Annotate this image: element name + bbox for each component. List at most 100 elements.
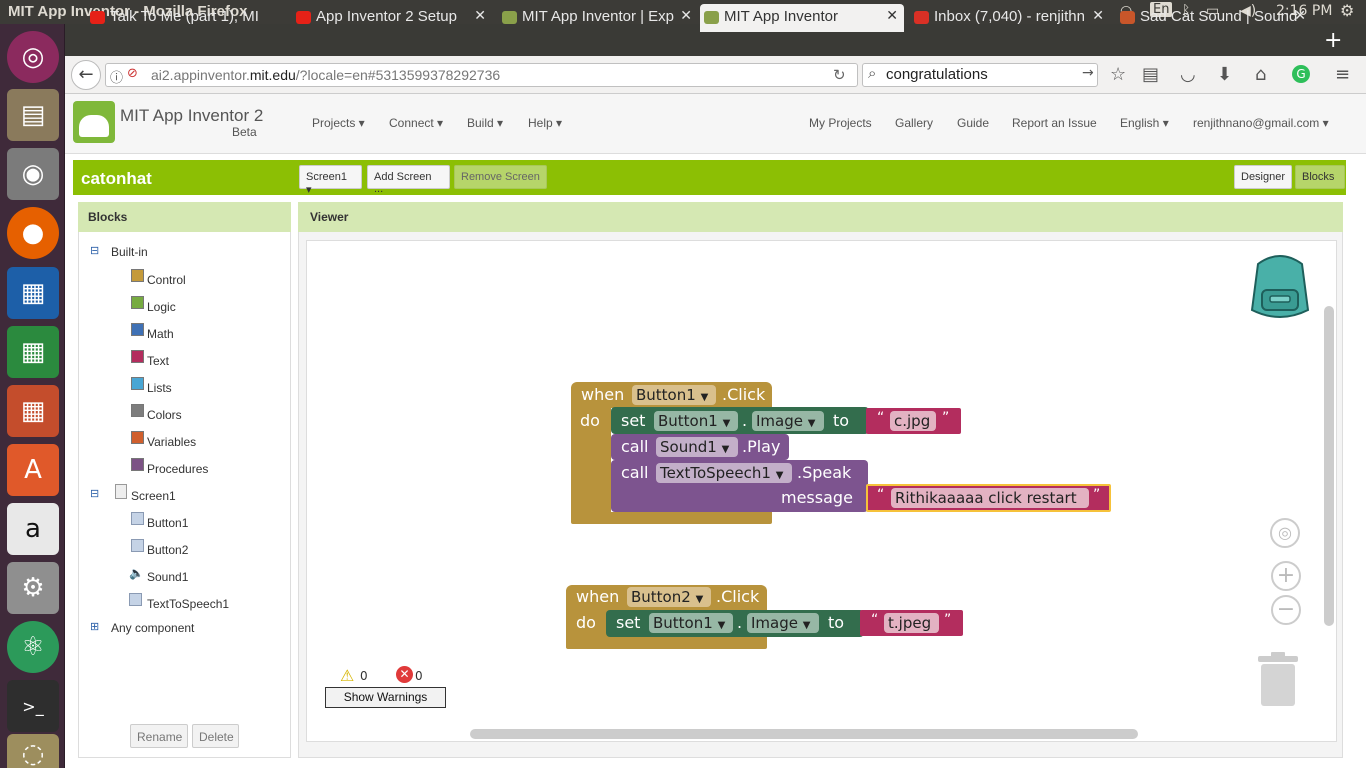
- set-image-block[interactable]: [606, 610, 864, 637]
- tree-lists[interactable]: Lists: [147, 381, 172, 395]
- account-menu[interactable]: renjithnano@gmail.com ▾: [1193, 116, 1329, 130]
- text-value[interactable]: Rithikaaaaa click restart: [891, 488, 1089, 508]
- amazon-icon[interactable]: a: [7, 503, 59, 555]
- new-tab-plus-icon[interactable]: +: [1324, 28, 1342, 53]
- tree-texttospeech1[interactable]: TextToSpeech1: [147, 597, 229, 611]
- search-input[interactable]: congratulations: [862, 63, 1098, 87]
- tree-sound1[interactable]: Sound1: [147, 570, 188, 584]
- component-dropdown[interactable]: Button2 ▼: [627, 587, 711, 607]
- tree-screen1[interactable]: Screen1: [131, 489, 176, 503]
- blocks-button[interactable]: Blocks: [1295, 165, 1345, 189]
- menu-help[interactable]: Help ▾: [528, 116, 562, 130]
- show-warnings-button[interactable]: Show Warnings: [325, 687, 446, 708]
- software-center-icon[interactable]: A: [7, 444, 59, 496]
- collapse-builtin-icon[interactable]: ⊟: [90, 244, 99, 257]
- soundbible-icon: [1120, 11, 1135, 24]
- tree-logic[interactable]: Logic: [147, 300, 176, 314]
- tab-app-inventor-active[interactable]: MIT App Inventor ✕: [700, 4, 904, 32]
- ubuntu-dash-icon[interactable]: ◎: [7, 31, 59, 83]
- collapse-screen-icon[interactable]: ⊟: [90, 487, 99, 500]
- tree-any-component[interactable]: Any component: [111, 621, 194, 635]
- terminal-icon[interactable]: >_: [7, 680, 59, 732]
- settings-gear-icon[interactable]: ⚙: [1340, 1, 1354, 20]
- tab-sad-cat[interactable]: Sad Cat Sound | Sound ✕: [1116, 4, 1312, 32]
- tree-math[interactable]: Math: [147, 327, 174, 341]
- menu-build[interactable]: Build ▾: [467, 116, 503, 130]
- impress-icon[interactable]: ▦: [7, 385, 59, 437]
- link-report-issue[interactable]: Report an Issue: [1012, 116, 1097, 130]
- tab-talk-to-me[interactable]: Talk To Me (part 1), MI: [86, 4, 286, 32]
- component-dropdown[interactable]: Button1 ▼: [632, 385, 716, 405]
- menu-projects[interactable]: Projects ▾: [312, 116, 365, 130]
- home-icon[interactable]: ⌂: [1255, 64, 1266, 85]
- text-value[interactable]: c.jpg: [890, 411, 936, 431]
- component-dropdown[interactable]: Button1 ▼: [649, 613, 733, 633]
- property-dropdown[interactable]: Image ▼: [747, 613, 819, 633]
- tree-text[interactable]: Text: [147, 354, 169, 368]
- expand-any-component-icon[interactable]: ⊞: [90, 620, 99, 633]
- tree-builtin[interactable]: Built-in: [111, 245, 148, 259]
- property-dropdown[interactable]: Image ▼: [752, 411, 824, 431]
- insecure-lock-icon[interactable]: ⊘: [127, 66, 138, 81]
- tab-explore[interactable]: MIT App Inventor | Exp ✕: [498, 4, 698, 32]
- component-dropdown[interactable]: TextToSpeech1 ▼: [656, 463, 792, 483]
- project-name: catonhat: [81, 169, 152, 188]
- pocket-icon[interactable]: ◡: [1180, 64, 1196, 85]
- language-menu[interactable]: English ▾: [1120, 116, 1169, 130]
- add-screen-button[interactable]: Add Screen ...: [367, 165, 450, 195]
- designer-button[interactable]: Designer: [1234, 165, 1292, 189]
- tab-inbox[interactable]: Inbox (7,040) - renjithn ✕: [910, 4, 1110, 32]
- downloads-icon[interactable]: ⬇: [1217, 64, 1232, 85]
- reload-icon[interactable]: ↻: [833, 66, 846, 84]
- hamburger-menu-icon[interactable]: ≡: [1335, 64, 1350, 85]
- app-inventor-logo[interactable]: [73, 101, 115, 143]
- info-icon[interactable]: ⓘ: [110, 67, 123, 86]
- search-go-arrow-icon[interactable]: →: [1082, 65, 1094, 81]
- screen-select-dropdown[interactable]: Screen1 ▾: [299, 165, 362, 196]
- url-bar[interactable]: ai2.appinventor.mit.edu/?locale=en#53135…: [105, 63, 858, 87]
- system-settings-icon[interactable]: ⚙: [7, 562, 59, 614]
- trash-can-icon[interactable]: [1256, 652, 1300, 708]
- close-tab-icon[interactable]: ✕: [680, 7, 692, 24]
- recenter-target-icon[interactable]: ◎: [1270, 518, 1300, 548]
- close-tab-icon[interactable]: ✕: [1092, 7, 1104, 24]
- rename-button[interactable]: Rename: [130, 724, 188, 748]
- firefox-icon[interactable]: ●: [7, 207, 59, 259]
- tree-colors[interactable]: Colors: [147, 408, 182, 422]
- writer-icon[interactable]: ▦: [7, 267, 59, 319]
- tab-setup[interactable]: App Inventor 2 Setup ✕: [292, 4, 492, 32]
- vertical-scrollbar[interactable]: [1324, 306, 1334, 626]
- grammarly-icon[interactable]: G: [1292, 65, 1310, 83]
- reading-list-icon[interactable]: ▤: [1142, 64, 1159, 85]
- zoom-out-icon[interactable]: −: [1271, 595, 1301, 625]
- set-image-block[interactable]: [611, 407, 869, 434]
- tree-variables[interactable]: Variables: [147, 435, 196, 449]
- close-tab-icon[interactable]: ✕: [1294, 7, 1306, 24]
- atom-icon[interactable]: ⚛: [7, 621, 59, 673]
- backpack-icon[interactable]: [1244, 252, 1316, 322]
- trash-launcher-icon[interactable]: ◌: [7, 734, 59, 768]
- tree-button2[interactable]: Button2: [147, 543, 188, 557]
- tree-button1[interactable]: Button1: [147, 516, 188, 530]
- text-value[interactable]: t.jpeg: [884, 613, 939, 633]
- bookmark-star-icon[interactable]: ☆: [1110, 64, 1126, 85]
- back-button-icon[interactable]: ←: [71, 60, 101, 90]
- horizontal-scrollbar[interactable]: [470, 729, 1138, 739]
- link-gallery[interactable]: Gallery: [895, 116, 933, 130]
- component-dropdown[interactable]: Sound1 ▼: [656, 437, 738, 457]
- camera-icon[interactable]: ◉: [7, 148, 59, 200]
- tree-procedures[interactable]: Procedures: [147, 462, 208, 476]
- component-dropdown[interactable]: Button1 ▼: [654, 411, 738, 431]
- link-my-projects[interactable]: My Projects: [809, 116, 872, 130]
- link-guide[interactable]: Guide: [957, 116, 989, 130]
- zoom-in-icon[interactable]: +: [1271, 561, 1301, 591]
- close-tab-icon[interactable]: ✕: [474, 7, 486, 24]
- files-icon[interactable]: ▤: [7, 89, 59, 141]
- remove-screen-button[interactable]: Remove Screen: [454, 165, 547, 189]
- dot-separator: .: [742, 411, 748, 430]
- close-tab-icon[interactable]: ✕: [886, 7, 898, 24]
- menu-connect[interactable]: Connect ▾: [389, 116, 443, 130]
- calc-icon[interactable]: ▦: [7, 326, 59, 378]
- tree-control[interactable]: Control: [147, 273, 186, 287]
- delete-button[interactable]: Delete: [192, 724, 239, 748]
